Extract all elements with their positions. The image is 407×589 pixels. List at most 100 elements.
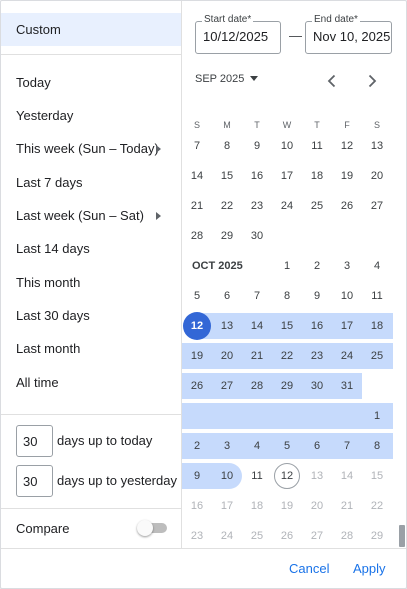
calendar-day[interactable]: 7 <box>332 431 362 461</box>
calendar-day[interactable]: 30 <box>302 371 332 401</box>
calendar-day[interactable]: 17 <box>212 491 242 521</box>
calendar-day[interactable]: 18 <box>302 161 332 191</box>
preset-item[interactable]: Today <box>1 69 181 97</box>
calendar-day[interactable]: 28 <box>242 371 272 401</box>
calendar-day[interactable]: 26 <box>272 521 302 548</box>
calendar-day[interactable]: 6 <box>302 431 332 461</box>
calendar-day[interactable]: 10 <box>212 461 242 491</box>
calendar-day[interactable]: 12 <box>332 135 362 161</box>
calendar-day[interactable]: 4 <box>242 431 272 461</box>
preset-item[interactable]: Last 7 days <box>1 169 181 197</box>
next-month-button[interactable] <box>360 67 384 95</box>
start-date-input[interactable] <box>203 29 283 44</box>
calendar-day[interactable]: 27 <box>362 191 392 221</box>
end-date-field[interactable]: End date* <box>305 14 393 54</box>
calendar-day[interactable]: 30 <box>242 221 272 251</box>
calendar-day[interactable]: 9 <box>182 461 212 491</box>
cancel-button[interactable]: Cancel <box>289 561 329 576</box>
calendar-day[interactable]: 18 <box>362 311 392 341</box>
preset-item[interactable]: Last month <box>1 335 181 363</box>
calendar-day[interactable]: 26 <box>182 371 212 401</box>
days-to-today-input[interactable] <box>16 425 53 457</box>
calendar-day[interactable]: 16 <box>182 491 212 521</box>
calendar-day[interactable]: 10 <box>272 135 302 161</box>
calendar-day[interactable]: 4 <box>362 251 392 281</box>
calendar-day[interactable]: 7 <box>182 135 212 161</box>
calendar-day[interactable]: 21 <box>182 191 212 221</box>
calendar-day[interactable]: 20 <box>362 161 392 191</box>
calendar-day[interactable]: 2 <box>302 251 332 281</box>
preset-item[interactable]: Last 30 days <box>1 302 181 330</box>
calendar-day[interactable]: 11 <box>362 281 392 311</box>
calendar-day[interactable]: 21 <box>332 491 362 521</box>
calendar-day[interactable]: 23 <box>182 521 212 548</box>
preset-custom[interactable]: Custom <box>1 13 181 46</box>
calendar-day[interactable]: 8 <box>362 431 392 461</box>
calendar-day[interactable]: 7 <box>242 281 272 311</box>
days-to-yesterday-input[interactable] <box>16 465 53 497</box>
calendar-day[interactable]: 8 <box>272 281 302 311</box>
calendar-day[interactable]: 8 <box>212 135 242 161</box>
calendar-day[interactable]: 18 <box>242 491 272 521</box>
calendar-day[interactable]: 26 <box>332 191 362 221</box>
month-year-select[interactable]: SEP 2025 <box>195 73 259 85</box>
preset-item[interactable]: This month <box>1 269 181 297</box>
compare-toggle[interactable] <box>137 520 169 536</box>
preset-item[interactable]: Last week (Sun – Sat) <box>1 202 181 230</box>
calendar-day[interactable]: 11 <box>242 461 272 491</box>
calendar-day[interactable]: 1 <box>362 401 392 431</box>
calendar-day[interactable]: 22 <box>212 191 242 221</box>
calendar-day[interactable]: 25 <box>302 191 332 221</box>
calendar-day[interactable]: 17 <box>272 161 302 191</box>
calendar-day[interactable]: 5 <box>272 431 302 461</box>
calendar-day[interactable]: 13 <box>362 135 392 161</box>
calendar-day[interactable]: 13 <box>212 311 242 341</box>
calendar-day[interactable]: 10 <box>332 281 362 311</box>
calendar-day[interactable]: 29 <box>212 221 242 251</box>
calendar-day[interactable]: 15 <box>272 311 302 341</box>
calendar-day[interactable]: 3 <box>212 431 242 461</box>
calendar-day[interactable]: 20 <box>212 341 242 371</box>
calendar-day[interactable]: 23 <box>242 191 272 221</box>
calendar-day[interactable]: 3 <box>332 251 362 281</box>
calendar-day[interactable]: 19 <box>272 491 302 521</box>
calendar-day[interactable]: 1 <box>272 251 302 281</box>
calendar-day[interactable]: 11 <box>302 135 332 161</box>
end-date-input[interactable] <box>313 29 393 44</box>
calendar-day[interactable]: 14 <box>332 461 362 491</box>
calendar-day[interactable]: 16 <box>302 311 332 341</box>
preset-item[interactable]: All time <box>1 369 181 397</box>
calendar-day[interactable]: 29 <box>362 521 392 548</box>
calendar-day[interactable]: 12 <box>272 461 302 491</box>
calendar-day[interactable]: 2 <box>182 431 212 461</box>
calendar-day[interactable]: 24 <box>272 191 302 221</box>
calendar-day[interactable]: 22 <box>272 341 302 371</box>
calendar-day[interactable]: 27 <box>302 521 332 548</box>
calendar-day[interactable]: 28 <box>332 521 362 548</box>
calendar-day[interactable]: 15 <box>212 161 242 191</box>
calendar-day[interactable]: 27 <box>212 371 242 401</box>
calendar-day[interactable]: 5 <box>182 281 212 311</box>
calendar-day[interactable]: 6 <box>212 281 242 311</box>
calendar-day[interactable]: 14 <box>182 161 212 191</box>
apply-button[interactable]: Apply <box>353 561 386 576</box>
calendar-scrollbar[interactable] <box>399 525 405 547</box>
preset-item[interactable]: Yesterday <box>1 102 181 130</box>
calendar-day[interactable]: 22 <box>362 491 392 521</box>
calendar-day[interactable]: 14 <box>242 311 272 341</box>
calendar-day[interactable]: 28 <box>182 221 212 251</box>
calendar-day[interactable]: 15 <box>362 461 392 491</box>
calendar-day[interactable]: 17 <box>332 311 362 341</box>
calendar-day[interactable]: 25 <box>362 341 392 371</box>
calendar-day[interactable]: 9 <box>302 281 332 311</box>
preset-item[interactable]: Last 14 days <box>1 235 181 263</box>
calendar-day[interactable]: 23 <box>302 341 332 371</box>
calendar-day[interactable]: 24 <box>212 521 242 548</box>
calendar-day[interactable]: 31 <box>332 371 362 401</box>
calendar-day[interactable]: 24 <box>332 341 362 371</box>
calendar-day[interactable]: 12 <box>182 311 212 341</box>
calendar-day[interactable]: 13 <box>302 461 332 491</box>
calendar-day[interactable]: 20 <box>302 491 332 521</box>
calendar-day[interactable]: 19 <box>332 161 362 191</box>
calendar-day[interactable]: 29 <box>272 371 302 401</box>
